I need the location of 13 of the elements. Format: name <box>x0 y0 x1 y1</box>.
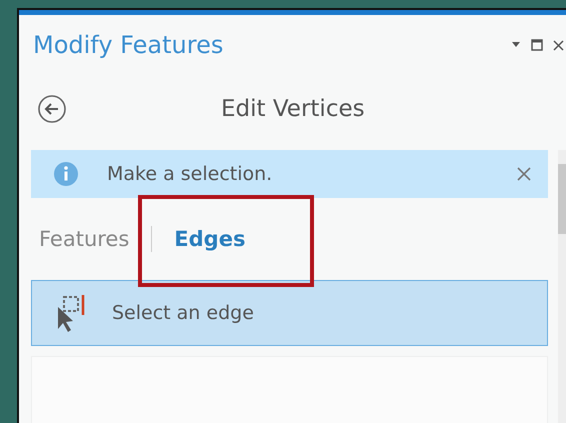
maximize-icon[interactable] <box>531 39 543 51</box>
back-icon[interactable] <box>37 94 67 124</box>
dropdown-icon[interactable] <box>511 42 521 48</box>
message-text: Make a selection. <box>107 163 274 185</box>
tab[interactable]: Edges <box>174 227 246 251</box>
close-icon[interactable] <box>516 166 532 182</box>
info-icon <box>53 161 79 187</box>
tool-title: Edit Vertices <box>221 96 365 122</box>
close-icon[interactable] <box>553 40 564 50</box>
tab[interactable]: Features <box>39 227 130 251</box>
pane-title: Modify Features <box>33 31 224 59</box>
tool-item[interactable]: Select an edge <box>31 280 548 346</box>
scrollbar[interactable] <box>558 150 566 423</box>
